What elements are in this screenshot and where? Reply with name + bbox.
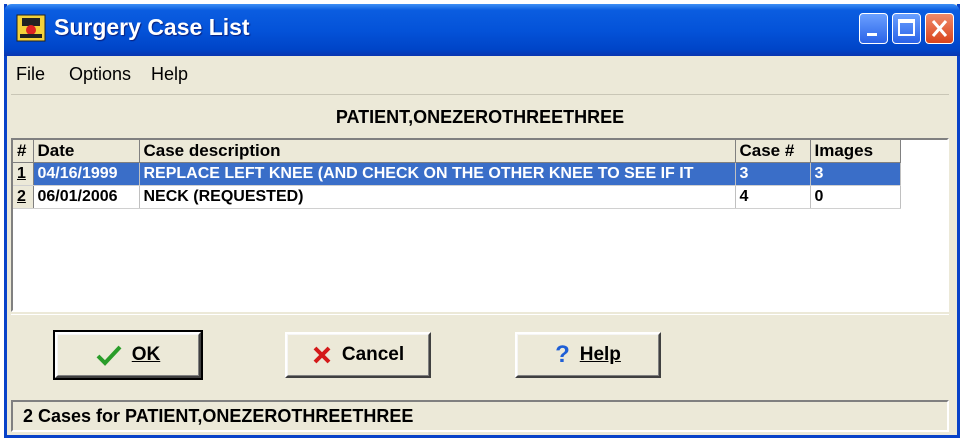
status-bar: 2 Cases for PATIENT,ONEZEROTHREETHREE [11, 400, 949, 432]
column-header-date[interactable]: Date [33, 140, 140, 163]
checkmark-icon [96, 345, 122, 366]
patient-header: PATIENT,ONEZEROTHREETHREE [11, 94, 949, 139]
row-images: 0 [810, 185, 901, 209]
patient-name: PATIENT,ONEZEROTHREETHREE [335, 107, 625, 127]
row-number: 2 [13, 185, 34, 209]
row-description: NECK (REQUESTED) [139, 185, 736, 209]
minimize-button[interactable] [859, 13, 888, 44]
column-header-num[interactable]: # [13, 140, 34, 163]
row-date: 04/16/1999 [33, 162, 140, 186]
cancel-label: Cancel [341, 344, 405, 365]
cancel-button[interactable]: Cancel [285, 332, 431, 378]
ok-button[interactable]: OK [53, 330, 203, 380]
row-images: 3 [810, 162, 901, 186]
menu-bar: File Options Help [7, 56, 957, 90]
maximize-icon [898, 19, 915, 36]
button-panel: OK Cancel ? Help [11, 314, 949, 399]
status-text: 2 Cases for PATIENT,ONEZEROTHREETHREE [23, 406, 414, 426]
help-button[interactable]: ? Help [515, 332, 661, 378]
close-icon [931, 20, 948, 37]
maximize-button[interactable] [892, 13, 921, 44]
close-button[interactable] [925, 13, 954, 44]
surgery-case-list-window: Surgery Case List File Options Help PATI… [4, 4, 960, 438]
menu-help[interactable]: Help [151, 64, 188, 85]
row-date: 06/01/2006 [33, 185, 140, 209]
row-case-number: 3 [735, 162, 811, 186]
help-label: Help [579, 344, 621, 365]
table-row[interactable]: 1 04/16/1999 REPLACE LEFT KNEE (AND CHEC… [13, 162, 901, 186]
ok-label: OK [131, 344, 161, 365]
row-case-number: 4 [735, 185, 811, 209]
column-header-images[interactable]: Images [810, 140, 901, 163]
minimize-icon [867, 33, 877, 36]
x-icon [313, 346, 331, 364]
title-bar[interactable]: Surgery Case List [4, 4, 960, 56]
case-table[interactable]: # Date Case description Case # Images 1 … [11, 138, 949, 312]
column-header-case-number[interactable]: Case # [735, 140, 811, 163]
row-number: 1 [13, 162, 34, 186]
row-description: REPLACE LEFT KNEE (AND CHECK ON THE OTHE… [139, 162, 736, 186]
table-header-row: # Date Case description Case # Images [13, 140, 901, 163]
question-mark-icon: ? [555, 341, 570, 368]
menu-file[interactable]: File [16, 64, 45, 85]
window-title: Surgery Case List [54, 14, 250, 40]
table-row[interactable]: 2 06/01/2006 NECK (REQUESTED) 4 0 [13, 185, 901, 209]
app-icon [16, 14, 46, 42]
menu-options[interactable]: Options [69, 64, 131, 85]
column-header-description[interactable]: Case description [139, 140, 736, 163]
